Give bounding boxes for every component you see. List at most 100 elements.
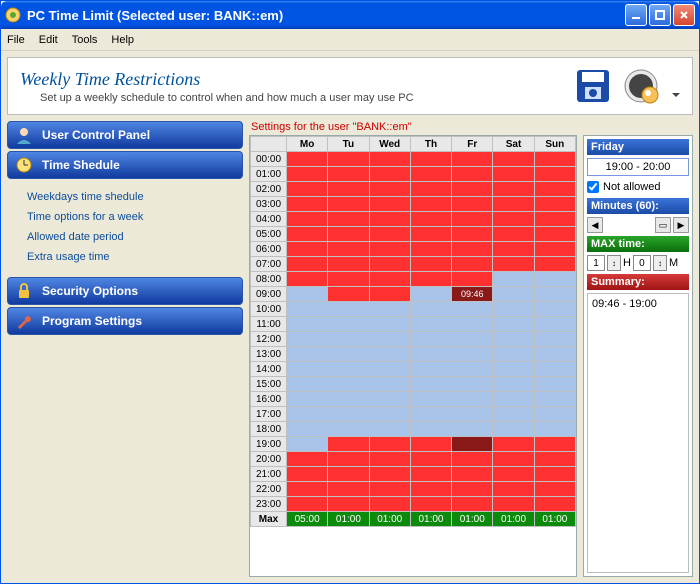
day-header[interactable]: Mo <box>287 137 328 152</box>
schedule-cell[interactable] <box>452 227 493 242</box>
schedule-cell[interactable] <box>328 197 369 212</box>
schedule-cell[interactable] <box>369 497 410 512</box>
schedule-cell[interactable] <box>452 392 493 407</box>
schedule-cell[interactable] <box>534 242 575 257</box>
schedule-cell[interactable] <box>287 347 328 362</box>
not-allowed-checkbox[interactable] <box>587 181 599 193</box>
schedule-cell[interactable]: 09:46 <box>452 287 493 302</box>
schedule-cell[interactable] <box>534 497 575 512</box>
sidebar-link-weekdays[interactable]: Weekdays time shedule <box>27 187 243 207</box>
about-icon[interactable] <box>622 67 660 105</box>
day-header[interactable]: Sat <box>493 137 534 152</box>
schedule-cell[interactable] <box>534 377 575 392</box>
schedule-cell[interactable] <box>287 242 328 257</box>
schedule-cell[interactable] <box>410 302 451 317</box>
schedule-cell[interactable] <box>328 407 369 422</box>
schedule-cell[interactable] <box>493 407 534 422</box>
schedule-cell[interactable] <box>493 317 534 332</box>
schedule-cell[interactable] <box>369 377 410 392</box>
schedule-cell[interactable] <box>534 227 575 242</box>
schedule-cell[interactable] <box>328 242 369 257</box>
schedule-cell[interactable] <box>410 242 451 257</box>
schedule-cell[interactable] <box>369 257 410 272</box>
schedule-cell[interactable] <box>287 392 328 407</box>
minutes-spinner[interactable]: ↕ <box>653 255 667 271</box>
schedule-cell[interactable] <box>369 242 410 257</box>
schedule-cell[interactable] <box>534 452 575 467</box>
schedule-cell[interactable] <box>369 167 410 182</box>
schedule-cell[interactable] <box>534 287 575 302</box>
hours-spinner[interactable]: ↕ <box>607 255 621 271</box>
schedule-cell[interactable] <box>410 437 451 452</box>
schedule-cell[interactable] <box>328 227 369 242</box>
schedule-cell[interactable] <box>287 497 328 512</box>
schedule-cell[interactable] <box>493 392 534 407</box>
schedule-cell[interactable] <box>369 182 410 197</box>
schedule-cell[interactable] <box>452 182 493 197</box>
schedule-cell[interactable] <box>328 167 369 182</box>
schedule-cell[interactable] <box>410 332 451 347</box>
schedule-cell[interactable] <box>534 347 575 362</box>
schedule-cell[interactable] <box>410 482 451 497</box>
schedule-cell[interactable] <box>452 167 493 182</box>
schedule-cell[interactable] <box>328 272 369 287</box>
schedule-cell[interactable] <box>287 467 328 482</box>
schedule-grid[interactable]: MoTuWedThFrSatSun00:0001:0002:0003:0004:… <box>249 135 577 577</box>
schedule-cell[interactable] <box>369 392 410 407</box>
schedule-cell[interactable] <box>287 197 328 212</box>
schedule-cell[interactable] <box>328 317 369 332</box>
schedule-cell[interactable] <box>452 257 493 272</box>
sidebar-link-allowed-date[interactable]: Allowed date period <box>27 227 243 247</box>
sidebar-link-extra-usage[interactable]: Extra usage time <box>27 247 243 267</box>
schedule-cell[interactable] <box>410 467 451 482</box>
schedule-cell[interactable] <box>287 212 328 227</box>
schedule-cell[interactable] <box>452 302 493 317</box>
schedule-cell[interactable] <box>369 422 410 437</box>
day-header[interactable]: Th <box>410 137 451 152</box>
schedule-cell[interactable] <box>452 422 493 437</box>
schedule-cell[interactable] <box>287 422 328 437</box>
schedule-cell[interactable] <box>452 347 493 362</box>
schedule-cell[interactable] <box>493 332 534 347</box>
close-button[interactable] <box>673 4 695 26</box>
schedule-cell[interactable] <box>328 437 369 452</box>
schedule-cell[interactable] <box>534 467 575 482</box>
day-header[interactable]: Tu <box>328 137 369 152</box>
schedule-cell[interactable] <box>534 167 575 182</box>
schedule-cell[interactable] <box>328 497 369 512</box>
schedule-cell[interactable] <box>534 257 575 272</box>
schedule-cell[interactable] <box>493 362 534 377</box>
schedule-cell[interactable] <box>287 452 328 467</box>
schedule-cell[interactable] <box>369 152 410 167</box>
sidebar-item-security[interactable]: Security Options <box>7 277 243 305</box>
schedule-cell[interactable] <box>328 182 369 197</box>
schedule-cell[interactable] <box>452 362 493 377</box>
schedule-cell[interactable] <box>410 197 451 212</box>
scroll-right-button[interactable]: ▶ <box>673 217 689 233</box>
schedule-cell[interactable] <box>369 302 410 317</box>
schedule-cell[interactable] <box>287 287 328 302</box>
schedule-cell[interactable] <box>534 332 575 347</box>
schedule-cell[interactable] <box>410 392 451 407</box>
day-header[interactable]: Fr <box>452 137 493 152</box>
schedule-cell[interactable] <box>328 452 369 467</box>
schedule-cell[interactable] <box>410 362 451 377</box>
schedule-cell[interactable] <box>452 437 493 452</box>
schedule-cell[interactable] <box>534 422 575 437</box>
schedule-cell[interactable] <box>452 407 493 422</box>
schedule-cell[interactable] <box>410 497 451 512</box>
schedule-cell[interactable] <box>493 242 534 257</box>
dropdown-icon[interactable] <box>672 93 680 97</box>
schedule-cell[interactable] <box>410 287 451 302</box>
schedule-cell[interactable] <box>534 317 575 332</box>
schedule-cell[interactable] <box>452 332 493 347</box>
menu-file[interactable]: File <box>7 34 25 46</box>
schedule-cell[interactable] <box>534 212 575 227</box>
schedule-cell[interactable] <box>534 302 575 317</box>
schedule-cell[interactable] <box>410 152 451 167</box>
schedule-cell[interactable] <box>493 422 534 437</box>
schedule-cell[interactable] <box>328 347 369 362</box>
schedule-cell[interactable] <box>369 332 410 347</box>
schedule-cell[interactable] <box>452 467 493 482</box>
schedule-cell[interactable] <box>287 482 328 497</box>
